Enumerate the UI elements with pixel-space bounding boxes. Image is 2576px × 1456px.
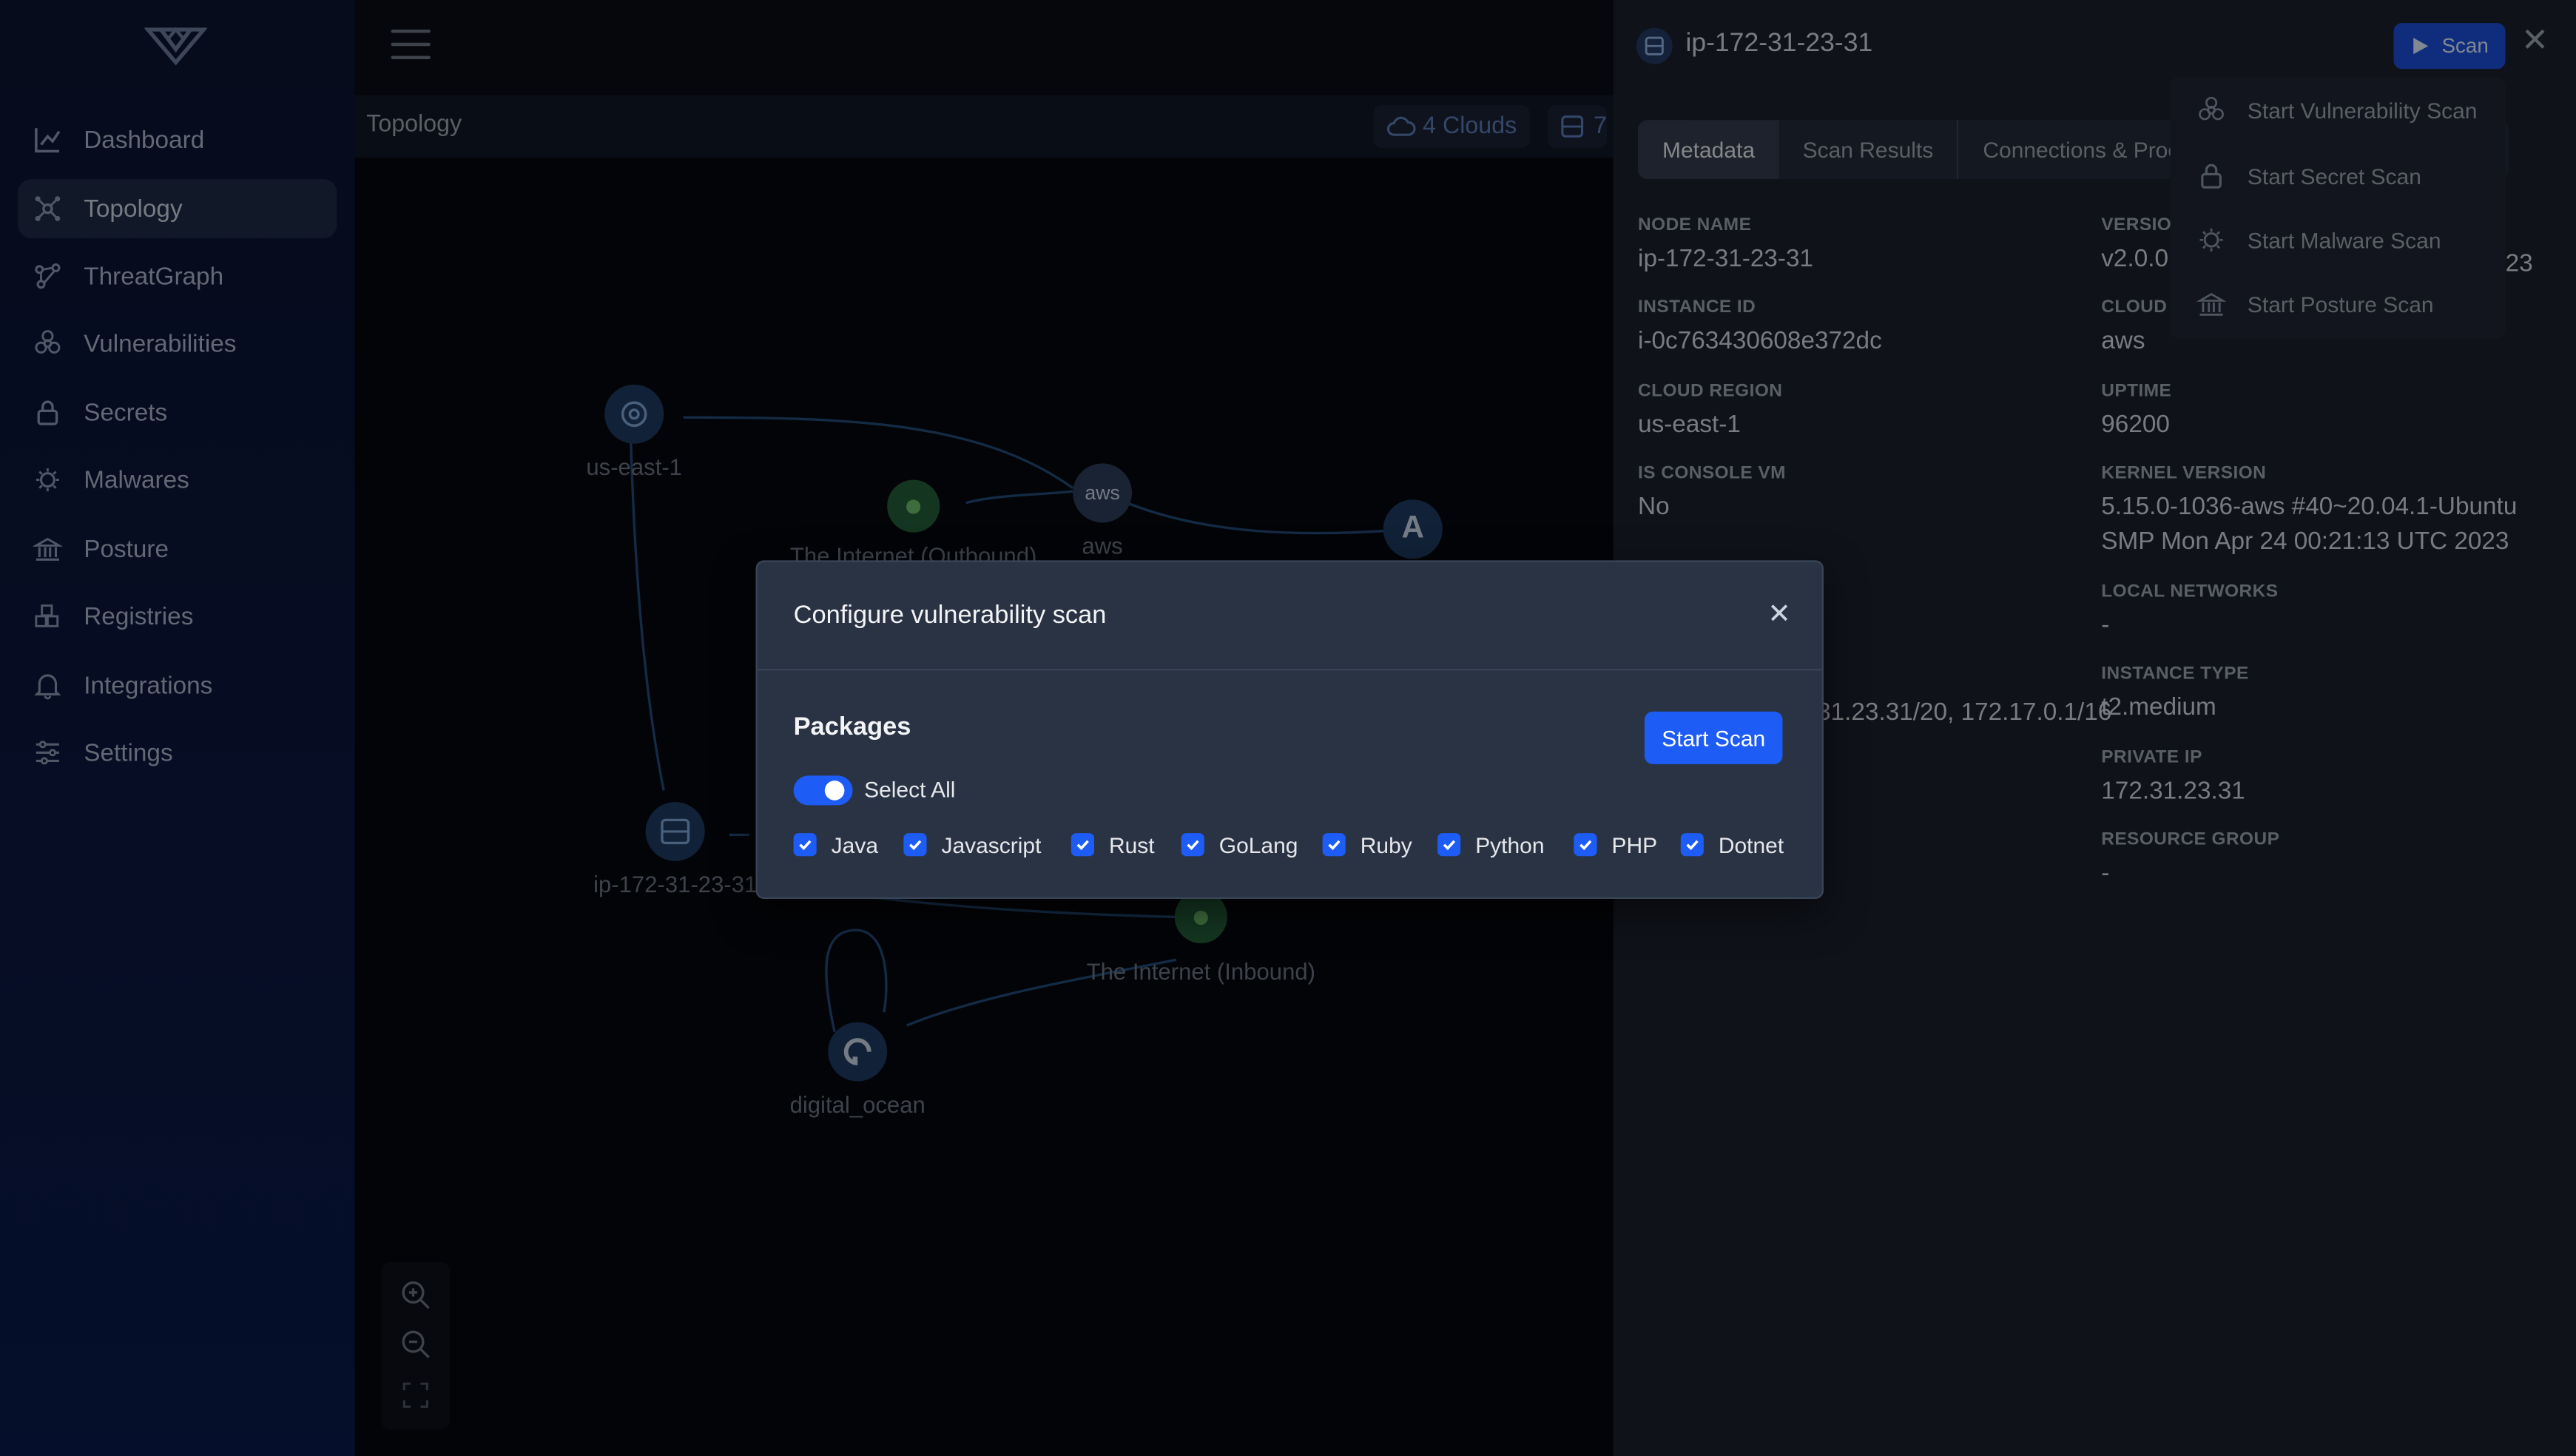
package-checkbox-php[interactable]: PHP	[1574, 832, 1657, 858]
check-icon	[1070, 833, 1094, 857]
package-label: GoLang	[1218, 832, 1298, 857]
modal-divider	[757, 669, 1822, 671]
package-label: Python	[1475, 832, 1545, 857]
select-all-label: Select All	[864, 777, 956, 802]
close-modal-icon[interactable]: ✕	[1763, 599, 1796, 631]
modal-title: Configure vulnerability scan	[793, 601, 1107, 630]
package-label: Java	[831, 832, 879, 857]
check-icon	[1574, 833, 1597, 857]
check-icon	[1680, 833, 1704, 857]
package-label: Dotnet	[1718, 832, 1784, 857]
package-label: Rust	[1108, 832, 1155, 857]
check-icon	[903, 833, 927, 857]
check-icon	[1322, 833, 1346, 857]
configure-scan-modal: Configure vulnerability scan ✕ Packages …	[755, 560, 1824, 899]
package-checkbox-ruby[interactable]: Ruby	[1322, 832, 1412, 858]
package-label: Javascript	[941, 832, 1042, 857]
check-icon	[793, 833, 817, 857]
package-checkbox-java[interactable]: Java	[793, 832, 879, 858]
app-root: Dashboard Topology ThreatGraph Vulnerabi…	[0, 0, 2576, 1456]
package-checkbox-rust[interactable]: Rust	[1070, 832, 1155, 858]
check-icon	[1181, 833, 1204, 857]
package-checkbox-javascript[interactable]: Javascript	[903, 832, 1041, 858]
package-checkbox-golang[interactable]: GoLang	[1181, 832, 1298, 858]
package-checkbox-dotnet[interactable]: Dotnet	[1680, 832, 1784, 858]
check-icon	[1437, 833, 1461, 857]
package-label: Ruby	[1360, 832, 1412, 857]
select-all-toggle[interactable]	[793, 775, 853, 806]
package-checkbox-python[interactable]: Python	[1437, 832, 1545, 858]
package-label: PHP	[1611, 832, 1658, 857]
packages-heading: Packages	[793, 713, 911, 741]
start-scan-button[interactable]: Start Scan	[1644, 711, 1783, 764]
